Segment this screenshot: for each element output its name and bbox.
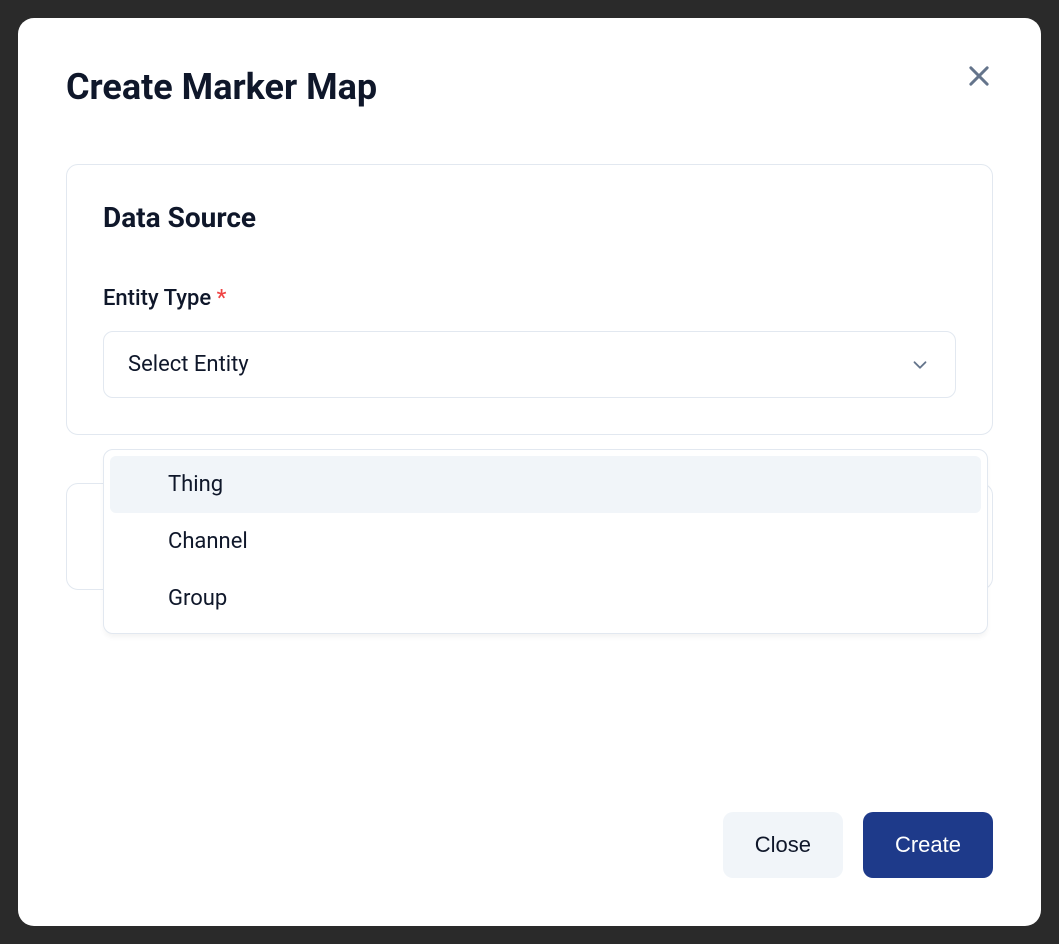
entity-type-select[interactable]: Select Entity <box>103 331 956 398</box>
required-asterisk: * <box>217 286 227 311</box>
close-icon[interactable] <box>965 62 993 90</box>
data-source-title: Data Source <box>103 201 956 234</box>
entity-type-dropdown: Thing Channel Group <box>103 449 988 634</box>
chevron-down-icon <box>909 354 931 376</box>
data-source-card: Data Source Entity Type * Select Entity … <box>66 164 993 435</box>
dropdown-option-thing[interactable]: Thing <box>110 456 981 513</box>
create-button[interactable]: Create <box>863 812 993 878</box>
dropdown-option-channel[interactable]: Channel <box>110 513 981 570</box>
entity-type-placeholder: Select Entity <box>128 352 249 377</box>
modal-footer: Close Create <box>723 812 993 878</box>
entity-type-label: Entity Type * <box>103 286 956 311</box>
entity-type-label-text: Entity Type <box>103 286 211 311</box>
modal-title: Create Marker Map <box>66 66 993 108</box>
dropdown-option-group[interactable]: Group <box>110 570 981 627</box>
close-button[interactable]: Close <box>723 812 843 878</box>
create-marker-map-modal: Create Marker Map Data Source Entity Typ… <box>18 18 1041 926</box>
